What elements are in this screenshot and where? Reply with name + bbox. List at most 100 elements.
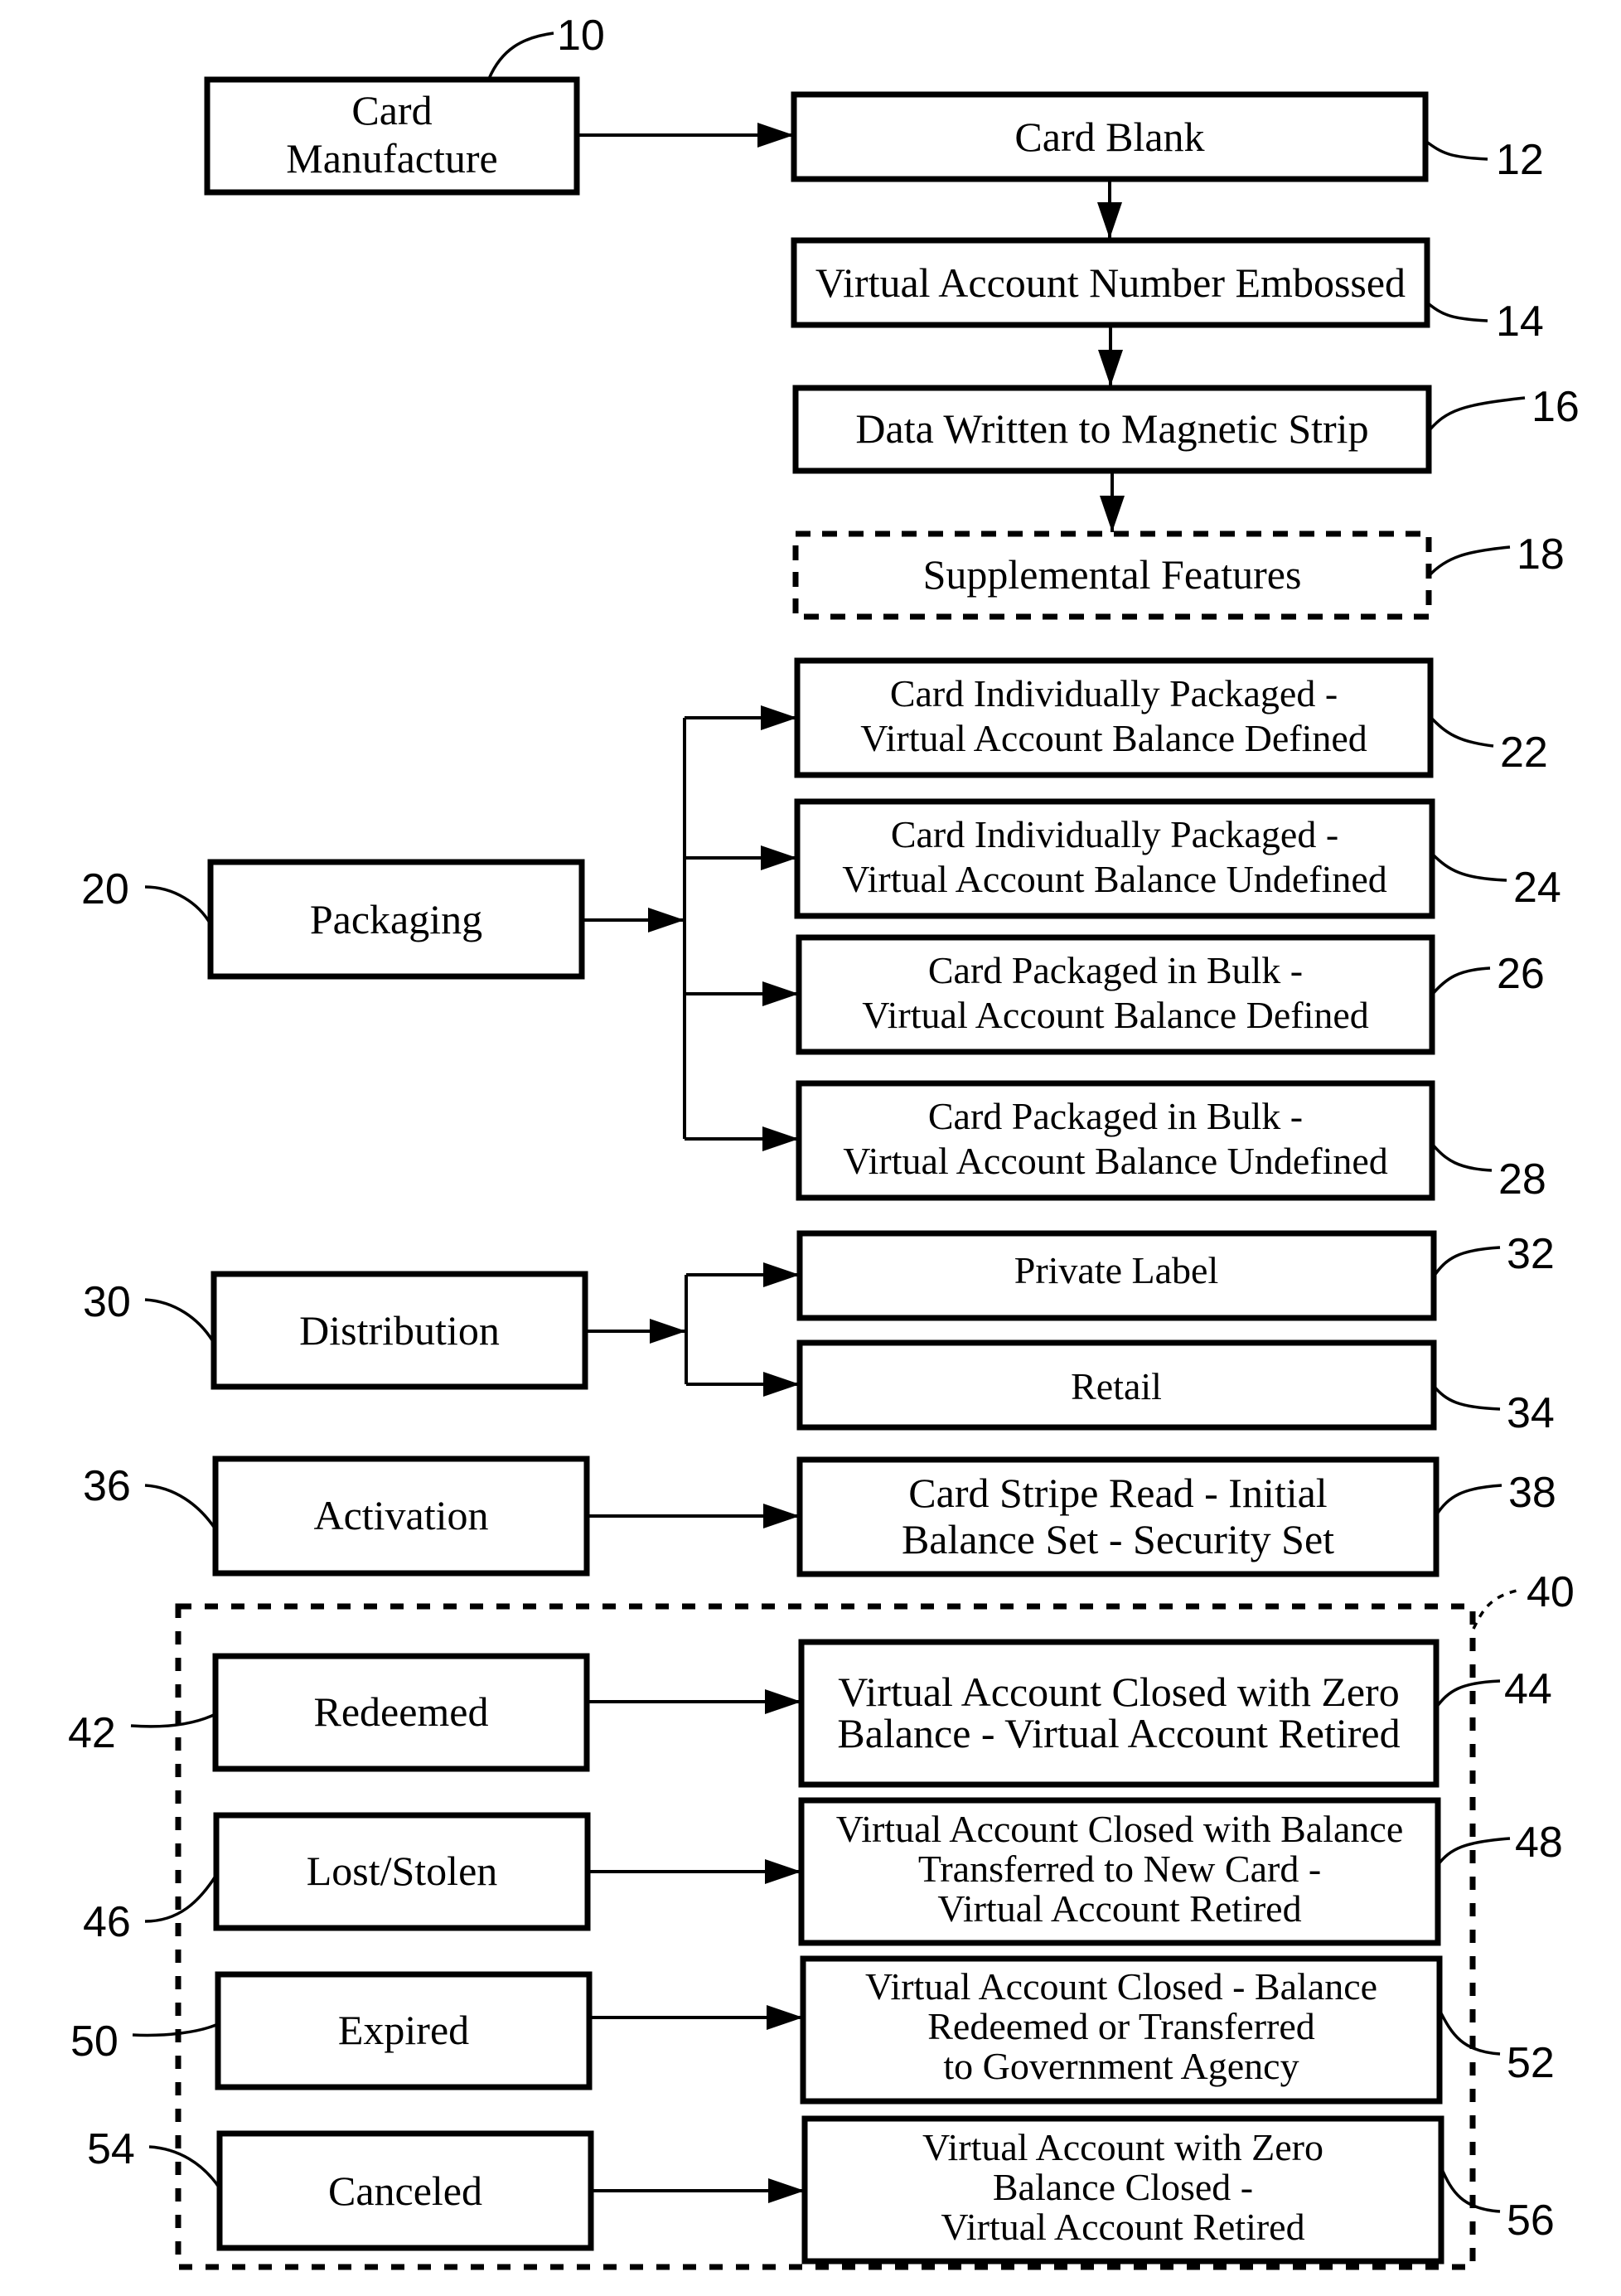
node-activation: Activation (212, 1456, 590, 1577)
node-text: Retail (1071, 1365, 1162, 1407)
ref-number: 40 (1527, 1568, 1575, 1616)
node-redeemed: Redeemed (212, 1653, 590, 1772)
ref-number: 10 (557, 12, 605, 60)
node-text: Card Individually Packaged - (891, 813, 1338, 855)
ref-number: 20 (81, 865, 129, 913)
ref-label-34: 34 (1432, 1384, 1555, 1437)
ref-label-24: 24 (1430, 852, 1561, 912)
node-text: Redeemed (313, 1688, 488, 1735)
node-text: Expired (338, 2007, 469, 2053)
node-text: Virtual Account Closed with Zero (838, 1669, 1399, 1715)
node-zero-balance-closed: Virtual Account with Zero Balance Closed… (801, 2115, 1444, 2265)
ref-label-52: 52 (1438, 2009, 1555, 2087)
ref-label-54: 54 (87, 2125, 221, 2189)
node-expired: Expired (215, 1971, 593, 2090)
node-text: to Government Agency (943, 2045, 1299, 2087)
ref-label-28: 28 (1430, 1142, 1546, 1204)
ref-number: 38 (1508, 1469, 1556, 1517)
ref-label-36: 36 (83, 1462, 217, 1530)
node-text: Balance Closed - (993, 2166, 1253, 2208)
ref-label-48: 48 (1436, 1819, 1563, 1867)
ref-label-26: 26 (1430, 950, 1545, 998)
node-text: Card Individually Packaged - (890, 672, 1338, 714)
ref-label-18: 18 (1427, 530, 1565, 579)
node-text: Lost/Stolen (307, 1848, 498, 1894)
node-text: Virtual Account Balance Undefined (842, 858, 1387, 900)
node-text: Redeemed or Transferred (927, 2005, 1315, 2047)
node-text: Card Packaged in Bulk - (928, 1095, 1303, 1137)
ref-label-42: 42 (68, 1709, 216, 1757)
ref-number: 26 (1497, 950, 1545, 998)
ref-number: 36 (83, 1462, 131, 1510)
node-text: Data Written to Magnetic Strip (855, 405, 1368, 452)
node-supplemental-features: Supplemental Features (792, 530, 1432, 620)
ref-number: 22 (1500, 729, 1548, 777)
ref-number: 42 (68, 1709, 116, 1757)
ref-label-40: 40 (1472, 1568, 1575, 1630)
ref-number: 48 (1515, 1819, 1563, 1867)
ref-number: 52 (1507, 2039, 1555, 2087)
node-card-stripe-read: Card Stripe Read - Initial Balance Set -… (796, 1456, 1440, 1577)
node-text: Private Label (1014, 1249, 1219, 1291)
node-individual-defined: Card Individually Packaged - Virtual Acc… (794, 657, 1434, 778)
node-closed-zero-balance: Virtual Account Closed with Zero Balance… (798, 1639, 1440, 1788)
node-text: Virtual Account Closed with Balance (836, 1808, 1404, 1850)
node-text: Virtual Account with Zero (922, 2126, 1323, 2168)
node-text: Card Stripe Read - Initial (908, 1470, 1327, 1516)
ref-number: 50 (70, 2017, 119, 2066)
ref-number: 46 (83, 1898, 131, 1946)
ref-label-50: 50 (70, 2017, 219, 2066)
node-text: Card Blank (1014, 114, 1204, 160)
node-magnetic-strip: Data Written to Magnetic Strip (792, 385, 1432, 474)
ref-label-12: 12 (1424, 136, 1544, 184)
node-text: Distribution (299, 1307, 500, 1354)
ref-label-38: 38 (1435, 1469, 1556, 1517)
ref-label-20: 20 (81, 865, 212, 925)
node-text: Virtual Account Closed - Balance (865, 1965, 1377, 2008)
node-canceled: Canceled (216, 2130, 594, 2251)
node-balance-transferred: Virtual Account Closed with Balance Tran… (798, 1797, 1441, 1946)
node-card-blank: Card Blank (791, 91, 1429, 182)
node-government-agency: Virtual Account Closed - Balance Redeeme… (800, 1955, 1443, 2105)
node-distribution: Distribution (210, 1271, 588, 1390)
node-bulk-undefined: Card Packaged in Bulk - Virtual Account … (796, 1080, 1435, 1201)
ref-label-46: 46 (83, 1874, 218, 1946)
ref-number: 14 (1496, 298, 1544, 346)
ref-label-10: 10 (487, 12, 605, 80)
node-text: Virtual Account Retired (941, 2206, 1304, 2248)
node-number-embossed: Virtual Account Number Embossed (791, 237, 1430, 328)
ref-label-32: 32 (1432, 1230, 1555, 1278)
node-text: Packaging (310, 896, 482, 942)
ref-label-30: 30 (83, 1278, 215, 1344)
ref-number: 32 (1507, 1230, 1555, 1278)
ref-number: 28 (1498, 1155, 1546, 1204)
ref-number: 34 (1507, 1389, 1555, 1437)
ref-number: 16 (1531, 383, 1580, 431)
node-bulk-defined: Card Packaged in Bulk - Virtual Account … (796, 934, 1435, 1055)
node-text: Virtual Account Balance Defined (860, 717, 1367, 759)
node-text: Transferred to New Card - (918, 1848, 1321, 1890)
node-text: Canceled (328, 2168, 482, 2214)
node-text: Balance Set - Security Set (902, 1516, 1334, 1562)
node-text: Manufacture (286, 135, 497, 182)
ref-label-14: 14 (1425, 298, 1544, 346)
node-text: Supplemental Features (923, 551, 1302, 598)
node-card-manufacture: Card Manufacture (204, 76, 580, 196)
node-text: Virtual Account Balance Defined (862, 994, 1369, 1036)
node-text: Card (351, 87, 432, 133)
node-private-label: Private Label (796, 1230, 1437, 1321)
node-packaging: Packaging (207, 859, 585, 980)
ref-number: 18 (1517, 530, 1565, 579)
ref-label-22: 22 (1429, 715, 1548, 777)
ref-label-16: 16 (1427, 383, 1580, 433)
node-text: Balance - Virtual Account Retired (837, 1710, 1400, 1756)
node-text: Virtual Account Retired (937, 1887, 1301, 1930)
ref-number: 12 (1496, 136, 1544, 184)
ref-number: 44 (1504, 1665, 1552, 1713)
node-retail: Retail (796, 1339, 1437, 1431)
flowchart: Card Manufacture 10 Card Blank 12 Virtua… (68, 12, 1580, 2270)
node-lost-stolen: Lost/Stolen (213, 1812, 591, 1931)
node-text: Card Packaged in Bulk - (928, 949, 1303, 991)
ref-number: 54 (87, 2125, 135, 2173)
ref-number: 24 (1513, 864, 1561, 912)
